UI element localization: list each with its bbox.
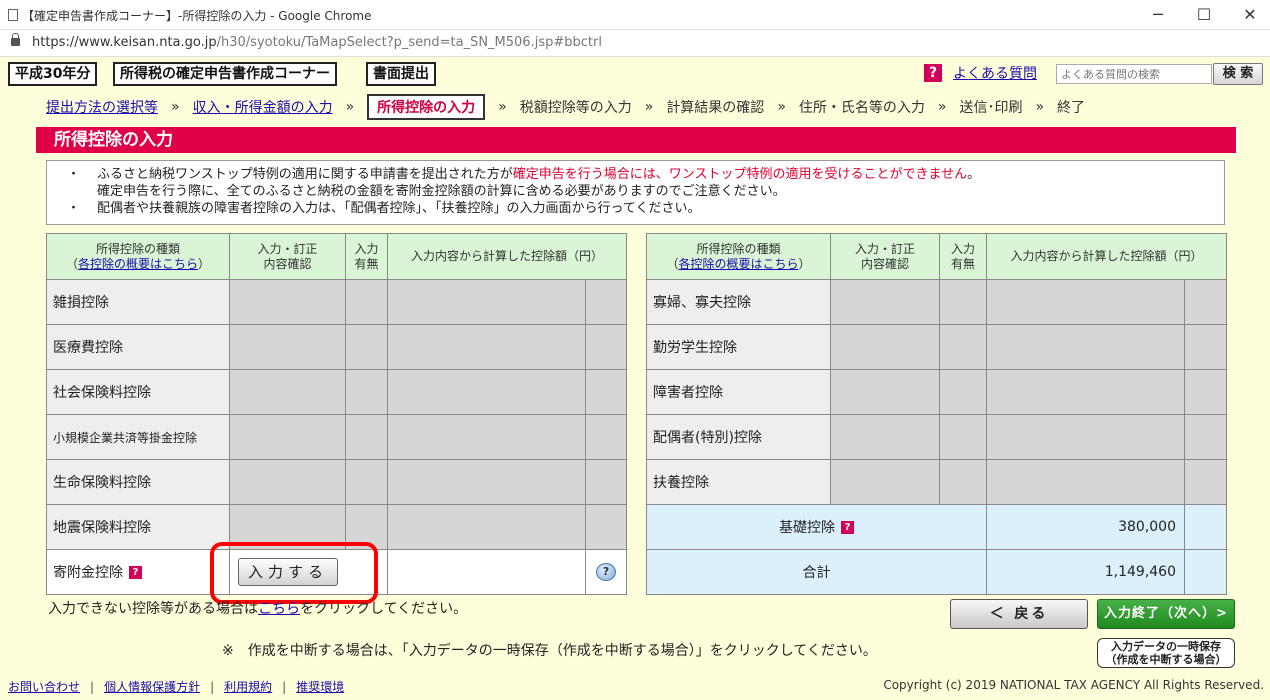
total-label: 合計 — [646, 549, 987, 595]
table-row: 扶養控除 — [646, 459, 1228, 505]
deduction-table-left: 所得控除の種類 （各控除の概要はこちら） 入力・訂正 内容確認 入力 有無 入力内容か… — [46, 233, 628, 595]
url-text[interactable]: https://www.keisan.nta.go.jp/h30/syotoku… — [32, 35, 602, 50]
step-separator: » — [498, 99, 507, 115]
row-label: 生命保険料控除 — [46, 459, 230, 505]
header-type: 所得控除の種類 （各控除の概要はこちら） — [646, 233, 831, 280]
table-row: 寡婦、寡夫控除 — [646, 279, 1228, 325]
table-row: 勤労学生控除 — [646, 324, 1228, 370]
help-icon[interactable]: ? — [129, 566, 142, 579]
other-deductions-link[interactable]: こちら — [258, 601, 300, 617]
header-type: 所得控除の種類 （各控除の概要はこちら） — [46, 233, 230, 280]
help-icon[interactable]: ? — [841, 521, 854, 534]
step-deduction-input-current: 所得控除の入力 — [367, 94, 486, 120]
overview-link[interactable]: 各控除の概要はこちら — [78, 257, 198, 271]
maximize-button[interactable]: ☐ — [1189, 4, 1219, 26]
basic-deduction-label: 基礎控除? — [646, 504, 987, 550]
submission-mode-label: 書面提出 — [366, 62, 436, 86]
footer: お問い合わせ | 個人情報保護方針 | 利用規約 | 推奨環境 Copyright (c) … — [0, 666, 1270, 700]
notice-box: ・ふるさと納税ワンストップ特例の適用に関する申請書を提出された方が確定申告を行う… — [46, 160, 1225, 225]
page: 平成30年分 所得税の確定申告書作成コーナー 書面提出 ? よくある質問 検 索… — [0, 57, 1270, 700]
header-confirm: 入力・訂正 内容確認 — [229, 233, 346, 280]
deduction-table-right: 所得控除の種類 （各控除の概要はこちら） 入力・訂正 内容確認 入力 有無 入力内容か… — [646, 233, 1228, 595]
footer-links: お問い合わせ | 個人情報保護方針 | 利用規約 | 推奨環境 — [8, 680, 345, 694]
row-label: 勤労学生控除 — [646, 324, 831, 370]
header-amount: 入力内容から計算した控除額（円） — [985, 233, 1228, 280]
notice-line-2: 確定申告を行う際に、全てのふるさと納税の金額を寄附金控除額の計算に含める必要があ… — [97, 184, 786, 199]
notice-line-3: ・配偶者や扶養親族の障害者控除の入力は、「配偶者控除」、「扶養控除」の入力画面か… — [67, 201, 701, 216]
section-title: 所得控除の入力 — [36, 127, 1236, 153]
step-separator: » — [345, 99, 355, 115]
highlight-annotation — [210, 542, 378, 604]
row-label-donation: 寄附金控除? — [46, 549, 230, 595]
table-row: 小規模企業共済等掛金控除 — [46, 414, 628, 460]
basic-deduction-row: 基礎控除? 380,000 — [646, 504, 1228, 550]
faq-link[interactable]: よくある質問 — [953, 63, 1037, 83]
table-row: 医療費控除 — [46, 324, 628, 370]
step-separator: » — [777, 99, 786, 115]
row-label: 地震保険料控除 — [46, 504, 230, 550]
step-send-print: 送信･印刷 — [959, 100, 1023, 116]
address-bar[interactable]: https://www.keisan.nta.go.jp/h30/syotoku… — [0, 30, 1270, 57]
step-income-input[interactable]: 収入・所得金額の入力 — [193, 97, 333, 117]
back-button[interactable]: ＜ 戻る — [950, 599, 1088, 629]
step-separator: » — [644, 99, 654, 115]
notice-line-1: ・ふるさと納税ワンストップ特例の適用に関する申請書を提出された方が確定申告を行う… — [67, 167, 981, 182]
step-separator: » — [1035, 99, 1045, 115]
search-button[interactable]: 検 索 — [1213, 63, 1263, 85]
step-submission-method[interactable]: 提出方法の選択等 — [46, 97, 158, 117]
table-row: 雑損控除 — [46, 279, 628, 325]
next-button[interactable]: 入力終了（次へ）> — [1097, 599, 1235, 629]
table-row: 生命保険料控除 — [46, 459, 628, 505]
row-label: 扶養控除 — [646, 459, 831, 505]
row-label: 社会保険料控除 — [46, 369, 230, 415]
table-row: 配偶者(特別)控除 — [646, 414, 1228, 460]
step-separator: » — [171, 99, 180, 115]
recommended-env-link[interactable]: 推奨環境 — [296, 680, 344, 694]
row-label: 雑損控除 — [46, 279, 230, 325]
privacy-link[interactable]: 個人情報保護方針 — [104, 680, 200, 694]
close-window-button[interactable]: ✕ — [1235, 4, 1265, 26]
total-amount: 1,149,460 — [986, 549, 1185, 595]
overview-link[interactable]: 各控除の概要はこちら — [678, 257, 798, 271]
question-bubble-icon[interactable]: ? — [596, 563, 616, 581]
step-result-check: 計算結果の確認 — [666, 100, 765, 116]
tax-year-label: 平成30年分 — [8, 62, 98, 86]
corner-title: 所得税の確定申告書作成コーナー — [113, 62, 337, 86]
document-icon — [8, 9, 18, 21]
table-header-row: 所得控除の種類 （各控除の概要はこちら） 入力・訂正 内容確認 入力 有無 入力内容か… — [46, 233, 628, 280]
progress-steps: 提出方法の選択等 » 収入・所得金額の入力 » 所得控除の入力 » 税額控除等の入力 » 計算結… — [46, 94, 1085, 120]
table-row: 障害者控除 — [646, 369, 1228, 415]
step-tax-credit-input: 税額控除等の入力 — [519, 100, 632, 116]
header-confirm: 入力・訂正 内容確認 — [830, 233, 940, 280]
basic-deduction-amount: 380,000 — [986, 504, 1185, 550]
copyright: Copyright (c) 2019 NATIONAL TAX AGENCY A… — [883, 678, 1264, 692]
interrupt-note: ※ 作成を中断する場合は、「入力データの一時保存（作成を中断する場合）」をクリッ… — [222, 643, 877, 659]
browser-title-bar: 【確定申告書作成コーナー】-所得控除の入力 - Google Chrome ─ … — [0, 0, 1270, 30]
contact-link[interactable]: お問い合わせ — [8, 680, 80, 694]
header-has-input: 入力 有無 — [345, 233, 388, 280]
faq-search-input[interactable] — [1056, 64, 1212, 84]
temporary-save-button[interactable]: 入力データの一時保存 （作成を中断する場合） — [1097, 638, 1235, 668]
minimize-button[interactable]: ─ — [1143, 4, 1173, 26]
header-amount: 入力内容から計算した控除額（円） — [386, 233, 628, 280]
row-label: 寡婦、寡夫控除 — [646, 279, 831, 325]
table-row: 社会保険料控除 — [46, 369, 628, 415]
step-finish: 終了 — [1057, 100, 1086, 116]
row-label: 障害者控除 — [646, 369, 831, 415]
window-title: 【確定申告書作成コーナー】-所得控除の入力 - Google Chrome — [22, 9, 372, 23]
other-deductions-note: 入力できない控除等がある場合はこちらをクリックしてください。 — [48, 601, 468, 617]
terms-link[interactable]: 利用規約 — [224, 680, 272, 694]
table-header-row: 所得控除の種類 （各控除の概要はこちら） 入力・訂正 内容確認 入力 有無 入力内容か… — [646, 233, 1228, 280]
total-row: 合計 1,149,460 — [646, 549, 1228, 595]
row-label: 医療費控除 — [46, 324, 230, 370]
step-address-name: 住所・氏名等の入力 — [798, 100, 925, 116]
header-has-input: 入力 有無 — [939, 233, 987, 280]
row-label: 配偶者(特別)控除 — [646, 414, 831, 460]
row-label: 小規模企業共済等掛金控除 — [46, 414, 230, 460]
step-separator: » — [937, 99, 947, 115]
lock-icon — [11, 33, 20, 46]
help-icon[interactable]: ? — [924, 64, 942, 82]
